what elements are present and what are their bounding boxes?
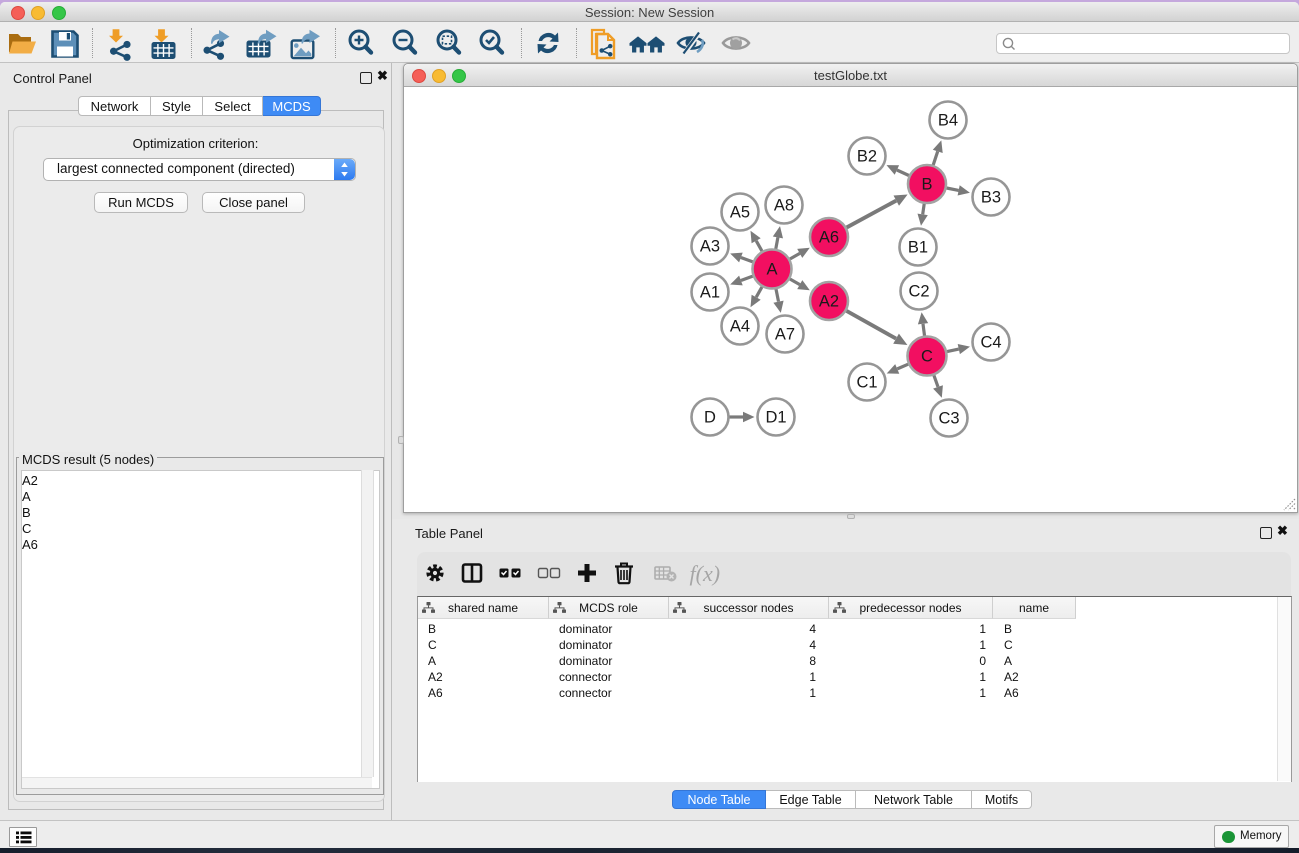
svg-text:C3: C3 (938, 410, 959, 428)
svg-text:A7: A7 (775, 326, 795, 344)
svg-text:C4: C4 (980, 334, 1001, 352)
svg-text:B1: B1 (908, 239, 928, 257)
svg-text:A: A (766, 261, 777, 279)
svg-text:C1: C1 (856, 374, 877, 392)
svg-text:D1: D1 (765, 409, 786, 427)
svg-text:A4: A4 (730, 318, 750, 336)
svg-text:A3: A3 (700, 238, 720, 256)
svg-text:B: B (921, 176, 932, 194)
svg-text:B2: B2 (857, 148, 877, 166)
svg-text:B4: B4 (938, 112, 958, 130)
svg-text:C: C (921, 348, 933, 366)
svg-text:A1: A1 (700, 284, 720, 302)
svg-text:A8: A8 (774, 197, 794, 215)
svg-text:A6: A6 (819, 229, 839, 247)
svg-text:D: D (704, 409, 716, 427)
svg-text:B3: B3 (981, 189, 1001, 207)
svg-text:A2: A2 (819, 293, 839, 311)
svg-text:A5: A5 (730, 204, 750, 222)
svg-text:C2: C2 (908, 283, 929, 301)
